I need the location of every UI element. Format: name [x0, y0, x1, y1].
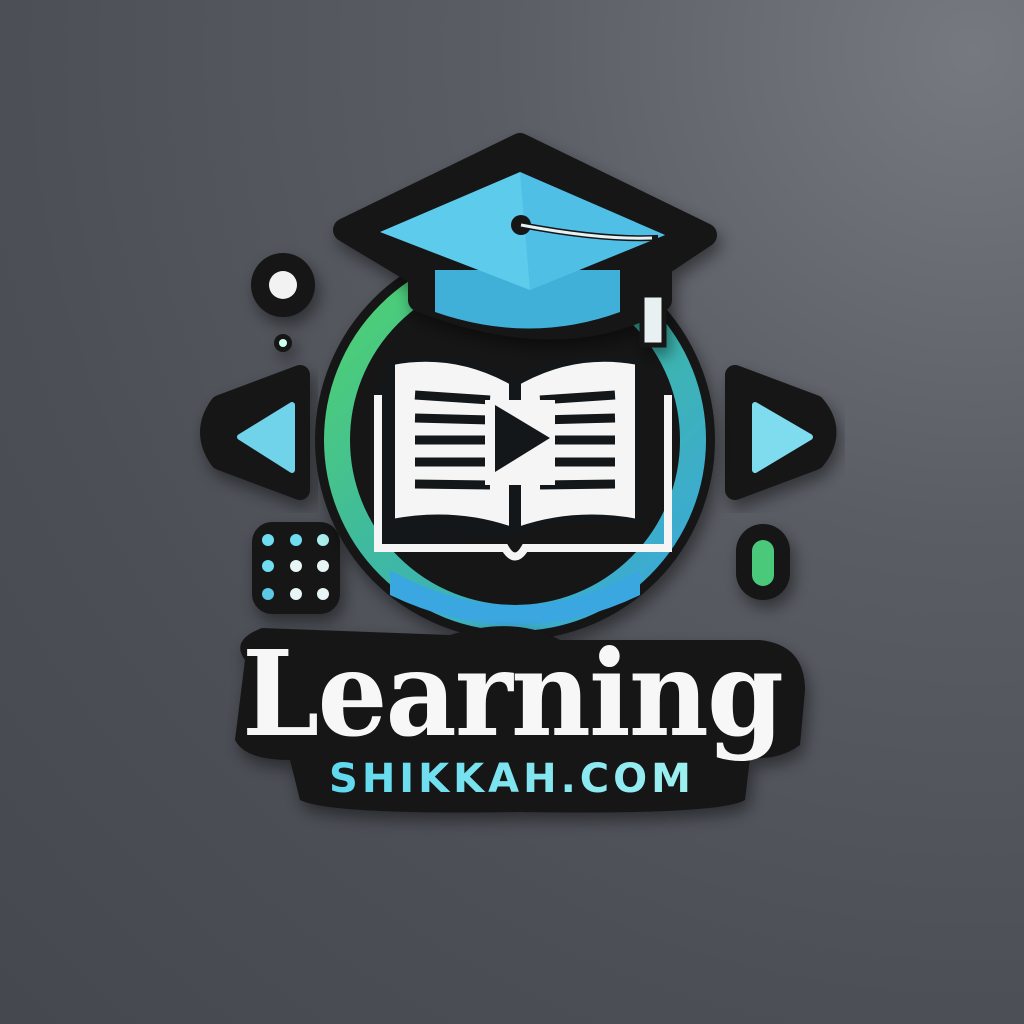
logo-subtitle: SHIKKAH.COM [329, 756, 695, 802]
arrow-left-icon [200, 365, 310, 500]
learning-shikkah-logo: Learning SHIKKAH.COM [200, 133, 837, 813]
wordmark: Learning SHIKKAH.COM [235, 624, 805, 813]
logo-title: Learning [242, 624, 782, 763]
arrow-right-icon [725, 365, 837, 500]
